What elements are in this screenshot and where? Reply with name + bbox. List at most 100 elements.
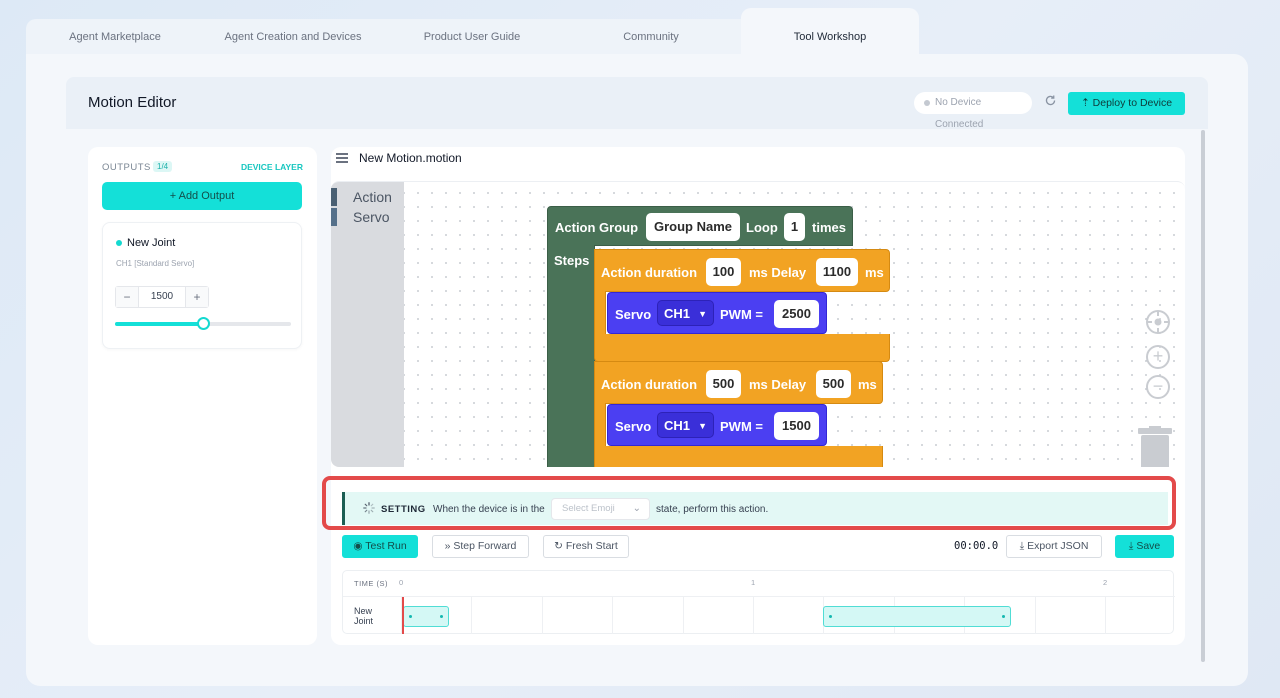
outputs-label: OUTPUTS: [102, 162, 151, 173]
duration-field[interactable]: 500: [706, 370, 741, 398]
servo-block[interactable]: Servo CH1 ▼ PWM = 1500: [607, 404, 827, 446]
time-readout: 00:00.0: [954, 540, 999, 552]
step-forward-button[interactable]: » Step Forward: [432, 535, 529, 558]
channel-value: CH1: [664, 418, 691, 433]
time-tick: 1: [751, 578, 756, 587]
delay-field[interactable]: 1100: [816, 258, 858, 286]
joint-card[interactable]: New Joint CH1 [Standard Servo] − 1500 +: [102, 222, 302, 349]
action-block-footer: [594, 446, 883, 467]
steps-label: Steps: [554, 253, 590, 268]
timeline-clip[interactable]: [823, 606, 1011, 627]
ms-label: ms: [858, 377, 877, 392]
zoom-out-icon[interactable]: −: [1146, 375, 1170, 399]
toolbox-category-servo[interactable]: Servo: [331, 207, 390, 227]
tab-community[interactable]: Community: [562, 19, 740, 55]
block-workspace[interactable]: Action Servo Action Group Group Name Loo…: [331, 181, 1185, 467]
double-chevron-right-icon: »: [444, 540, 451, 552]
slider-fill: [115, 322, 203, 326]
grid-line: [542, 597, 543, 634]
keyframe-dot[interactable]: [1002, 615, 1005, 618]
channel-dropdown[interactable]: CH1 ▼: [657, 300, 714, 326]
tab-tool-workshop[interactable]: Tool Workshop: [741, 8, 919, 55]
joint-channel: CH1 [Standard Servo]: [116, 259, 195, 268]
category-label: Servo: [353, 209, 390, 225]
keyframe-dot[interactable]: [829, 615, 832, 618]
tab-agent-creation[interactable]: Agent Creation and Devices: [204, 19, 382, 55]
times-label: times: [812, 220, 846, 235]
export-json-label: Export JSON: [1027, 540, 1089, 552]
block-toolbox: Action Servo: [331, 182, 404, 467]
action-block-footer: [594, 334, 890, 362]
pwm-slider[interactable]: [115, 317, 291, 330]
playhead[interactable]: [402, 597, 404, 634]
pwm-stepper: − 1500 +: [115, 286, 209, 308]
vertical-scrollbar[interactable]: [1201, 130, 1205, 662]
device-layer-link[interactable]: DEVICE LAYER: [241, 162, 303, 172]
deploy-label: Deploy to Device: [1092, 97, 1173, 109]
channel-dropdown[interactable]: CH1 ▼: [657, 412, 714, 438]
grid-line: [1105, 597, 1106, 634]
loop-count-field[interactable]: 1: [784, 213, 805, 241]
joint-status-dot: [116, 240, 122, 246]
fresh-start-label: Fresh Start: [565, 540, 618, 552]
file-title: New Motion.motion: [359, 151, 462, 165]
action-group-block[interactable]: Action Group Group Name Loop 1 times: [547, 206, 853, 246]
outputs-count-badge: 1/4: [153, 161, 173, 172]
timeline-clip[interactable]: [403, 606, 449, 627]
slider-thumb[interactable]: [197, 317, 210, 330]
duration-field[interactable]: 100: [706, 258, 741, 286]
play-circle-icon: ◉: [353, 540, 363, 552]
action-duration-block[interactable]: Action duration 500 ms Delay 500 ms: [594, 361, 883, 404]
page-title: Motion Editor: [88, 94, 177, 111]
time-tick: 2: [1103, 578, 1108, 587]
group-name-field[interactable]: Group Name: [646, 213, 740, 241]
caret-down-icon: ▼: [698, 421, 707, 431]
grid-line: [683, 597, 684, 634]
save-button[interactable]: ⤓ Save: [1115, 535, 1174, 558]
pwm-field[interactable]: 2500: [774, 300, 819, 328]
editor-header: Motion Editor No Device Connected ⇡ Depl…: [66, 77, 1208, 130]
step-forward-label: Step Forward: [453, 540, 517, 552]
timeline[interactable]: TIME (S) 0 1 2 New Joint: [342, 570, 1175, 634]
trash-icon[interactable]: [1138, 426, 1172, 467]
save-label: Save: [1136, 540, 1161, 552]
tab-product-user-guide[interactable]: Product User Guide: [382, 19, 562, 55]
pwm-field[interactable]: 1500: [774, 412, 819, 440]
action-duration-block[interactable]: Action duration 100 ms Delay 1100 ms: [594, 249, 890, 292]
zoom-in-icon[interactable]: +: [1146, 345, 1170, 369]
top-tab-bar: Agent Marketplace Agent Creation and Dev…: [26, 8, 1246, 55]
time-tick: 0: [399, 578, 404, 587]
download-icon: ⤓: [1019, 540, 1025, 552]
device-status-badge: No Device Connected: [914, 92, 1032, 130]
refresh-icon[interactable]: [1044, 94, 1058, 108]
fresh-start-button[interactable]: ↻ Fresh Start: [543, 535, 629, 558]
servo-block[interactable]: Servo CH1 ▼ PWM = 2500: [607, 292, 827, 334]
test-run-button[interactable]: ◉ Test Run: [342, 535, 418, 558]
track-label-line: New: [354, 606, 373, 616]
export-json-button[interactable]: ⤓ Export JSON: [1006, 535, 1102, 558]
decrement-button[interactable]: −: [116, 287, 138, 307]
steps-block-arm: Steps: [547, 245, 595, 467]
servo-label: Servo: [615, 419, 652, 434]
menu-icon[interactable]: [336, 153, 348, 163]
test-run-label: Test Run: [365, 540, 407, 552]
tab-agent-marketplace[interactable]: Agent Marketplace: [26, 19, 204, 55]
delay-label: ms Delay: [749, 377, 807, 392]
action-duration-label: Action duration: [601, 377, 698, 392]
pwm-value-input[interactable]: 1500: [138, 287, 186, 307]
rotate-icon: ↻: [554, 540, 563, 552]
grid-line: [471, 597, 472, 634]
keyframe-dot[interactable]: [409, 615, 412, 618]
track-label: New Joint: [354, 606, 373, 626]
action-group-label: Action Group: [555, 220, 639, 235]
action-duration-label: Action duration: [601, 265, 698, 280]
track-label-line: Joint: [354, 616, 374, 626]
recenter-icon[interactable]: [1146, 310, 1170, 334]
toolbox-category-action[interactable]: Action: [331, 187, 392, 207]
add-output-button[interactable]: + Add Output: [102, 182, 302, 210]
delay-field[interactable]: 500: [816, 370, 851, 398]
keyframe-dot[interactable]: [440, 615, 443, 618]
delay-label: ms Delay: [749, 265, 807, 280]
deploy-to-device-button[interactable]: ⇡ Deploy to Device: [1068, 92, 1185, 115]
increment-button[interactable]: +: [186, 287, 208, 307]
